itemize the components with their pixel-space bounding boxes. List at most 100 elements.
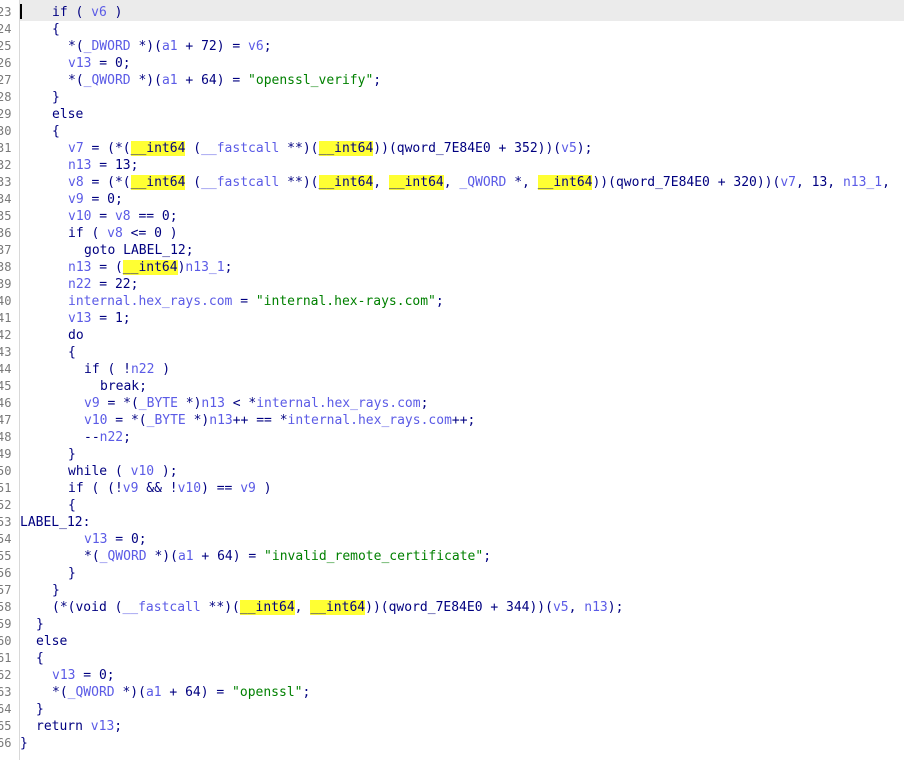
code-token: < * (224, 396, 257, 411)
code-token: *, (506, 175, 538, 190)
code-text: } (52, 582, 60, 599)
code-text: while ( v10 ); (68, 463, 178, 480)
text-caret (20, 4, 22, 19)
identifier-token: n13 (209, 413, 233, 428)
code-text: do (68, 327, 84, 344)
identifier-token: v8 (68, 175, 84, 190)
code-text: *(_QWORD *)(a1 + 64) = "openssl"; (52, 684, 310, 701)
identifier-token: internal.hex_rays.com (68, 294, 233, 309)
code-token: *) (185, 413, 210, 428)
code-text: goto LABEL_12; (84, 242, 194, 259)
type-highlight: __int64 (130, 175, 186, 190)
code-token: ); (576, 141, 593, 156)
code-text: { (36, 650, 44, 667)
code-token: = ( (91, 260, 123, 275)
identifier-token: _BYTE (146, 413, 186, 428)
line-number: 49 (0, 447, 12, 461)
identifier-token: internal.hex_rays.com (287, 413, 452, 428)
code-token: , (373, 175, 389, 190)
code-token: ( (185, 175, 202, 190)
identifier-token: v6 (248, 39, 264, 54)
identifier-token: v10 (177, 481, 202, 496)
code-text: } (68, 565, 76, 582)
identifier-token: v9 (240, 481, 256, 496)
code-text: v13 = 0; (52, 667, 115, 684)
code-text: { (52, 21, 60, 38)
code-token: ))(qword_7E84E0 + 344))( (365, 600, 553, 615)
type-highlight: __int64 (537, 175, 593, 190)
code-token: ); (607, 600, 624, 615)
code-text: { (68, 497, 76, 514)
identifier-token: _QWORD (67, 685, 115, 700)
line-number: 41 (0, 311, 12, 325)
code-token: { (68, 498, 76, 513)
string-literal: "internal.hex-rays.com" (255, 294, 436, 309)
string-literal: "invalid_remote_certificate" (264, 549, 484, 564)
code-token: = (*( (83, 141, 131, 156)
code-token: goto LABEL_12; (84, 243, 194, 258)
line-number: 29 (0, 107, 12, 121)
line-number: 25 (0, 39, 12, 53)
identifier-token: a1 (161, 73, 178, 88)
identifier-token: v7 (780, 175, 796, 190)
code-text: if ( (!v9 && !v10) == v9 ) (68, 480, 272, 497)
code-text: v9 = *(_BYTE *)n13 < *internal.hex_rays.… (84, 395, 428, 412)
current-line-highlight (20, 0, 904, 21)
line-number: 31 (0, 141, 12, 155)
identifier-token: v13 (90, 719, 115, 734)
code-token: ; (483, 549, 492, 564)
code-token: *)( (130, 39, 162, 54)
code-token: ; (435, 294, 444, 309)
identifier-token: v5 (552, 600, 569, 615)
code-text: --n22; (84, 429, 131, 446)
code-text: v9 = 0; (68, 191, 123, 208)
code-text: break; (100, 378, 147, 395)
string-literal: "openssl" (232, 685, 303, 700)
pseudocode-editor[interactable]: 23 if ( v6 ) 24{25 *(_DWORD *)(a1 + 72) = v… (0, 0, 904, 760)
code-token: + 72) = (177, 39, 249, 54)
line-number: 43 (0, 345, 12, 359)
code-token: ))(qword_7E84E0 + 320))( (592, 175, 781, 190)
code-token: } (36, 617, 44, 632)
code-text: n22 = 22; (68, 276, 138, 293)
identifier-token: n13_1 (842, 175, 883, 190)
code-text: *(_QWORD *)(a1 + 64) = "openssl_verify"; (68, 72, 381, 89)
line-number: 55 (0, 549, 12, 563)
code-token: = 0; (91, 56, 131, 71)
code-text: v13 = 0; (84, 531, 147, 548)
line-number: 63 (0, 685, 12, 699)
line-number: 51 (0, 481, 12, 495)
code-token: ; (420, 396, 429, 411)
line-number: 45 (0, 379, 12, 393)
line-number: 24 (0, 22, 12, 36)
line-number: 34 (0, 192, 12, 206)
identifier-token: v10 (68, 209, 92, 224)
line-number: 42 (0, 328, 12, 342)
line-number: 40 (0, 294, 12, 308)
code-token: while ( (68, 464, 131, 479)
code-text: *(_QWORD *)(a1 + 64) = "invalid_remote_c… (84, 548, 491, 565)
code-token: if ( (68, 226, 108, 241)
code-token: -- (84, 430, 100, 445)
code-token: return (36, 719, 91, 734)
identifier-token: v9 (84, 396, 100, 411)
code-token: } (52, 90, 60, 105)
identifier-token: a1 (161, 39, 178, 54)
code-token: = (91, 209, 115, 224)
line-number: 57 (0, 583, 12, 597)
type-highlight: __int64 (318, 175, 374, 190)
code-text: n13 = (__int64)n13_1; (68, 259, 232, 276)
code-token: ); (154, 464, 178, 479)
line-number: 66 (0, 736, 12, 750)
code-text: else (36, 633, 67, 650)
identifier-token: a1 (177, 549, 194, 564)
code-token: = 0; (75, 668, 115, 683)
code-text: if ( !n22 ) (84, 361, 170, 378)
code-token: + 64) = (161, 685, 233, 700)
code-token: else (52, 107, 84, 122)
identifier-token: internal.hex_rays.com (256, 396, 421, 411)
code-token: = (*( (83, 175, 131, 190)
identifier-token: _QWORD (99, 549, 147, 564)
code-token: , (568, 600, 585, 615)
line-number: 23 (0, 5, 12, 19)
